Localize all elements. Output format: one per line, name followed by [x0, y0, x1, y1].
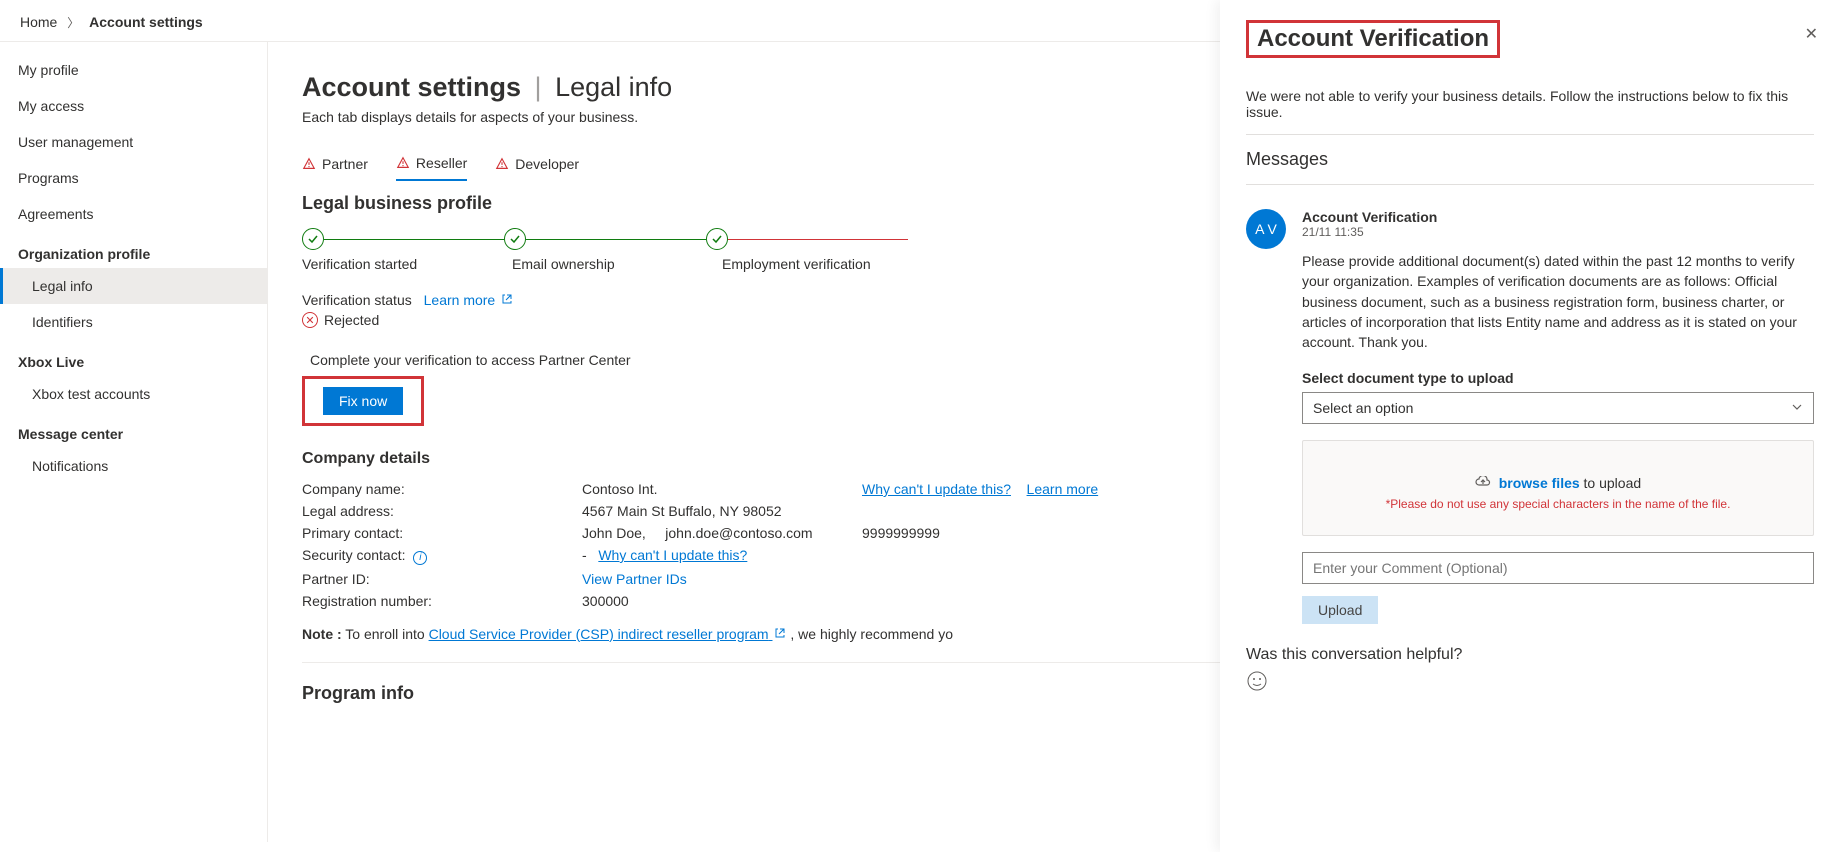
security-contact-value: - Why can't I update this?: [582, 547, 862, 565]
tab-developer[interactable]: Developer: [495, 151, 579, 181]
learn-more-link[interactable]: Learn more: [424, 292, 513, 308]
status-label: Verification status: [302, 292, 412, 308]
sidebar-item-notifications[interactable]: Notifications: [0, 448, 267, 484]
sidebar-item-user-management[interactable]: User management: [0, 124, 267, 160]
info-icon[interactable]: i: [413, 551, 427, 565]
csp-program-link[interactable]: Cloud Service Provider (CSP) indirect re…: [429, 626, 787, 642]
tab-label: Reseller: [416, 155, 467, 171]
page-title-main: Account settings: [302, 72, 521, 102]
comment-input[interactable]: [1302, 552, 1814, 584]
page-title-sub: Legal info: [555, 72, 672, 102]
sidebar-item-programs[interactable]: Programs: [0, 160, 267, 196]
sidebar-item-agreements[interactable]: Agreements: [0, 196, 267, 232]
message-from: Account Verification: [1302, 209, 1814, 225]
document-type-label: Select document type to upload: [1302, 370, 1814, 386]
why-cant-update-link[interactable]: Why can't I update this?: [862, 481, 1011, 497]
close-icon[interactable]: ✕: [1805, 24, 1818, 44]
check-icon: [706, 228, 728, 250]
browse-files-link[interactable]: browse files: [1499, 475, 1580, 491]
check-icon: [302, 228, 324, 250]
sidebar-section-xbox-live: Xbox Live: [0, 340, 267, 376]
tab-reseller[interactable]: Reseller: [396, 151, 467, 181]
file-dropzone[interactable]: browse files to upload *Please do not us…: [1302, 440, 1814, 536]
check-icon: [504, 228, 526, 250]
tab-label: Developer: [515, 156, 579, 172]
fix-now-highlight: Fix now: [302, 376, 424, 426]
x-circle-icon: ✕: [302, 312, 318, 328]
avatar: A V: [1246, 209, 1286, 249]
view-partner-ids-link[interactable]: View Partner IDs: [582, 571, 687, 587]
sidebar-item-my-profile[interactable]: My profile: [0, 52, 267, 88]
company-name-value: Contoso Int.: [582, 481, 862, 497]
message-timestamp: 21/11 11:35: [1302, 225, 1814, 239]
primary-contact-value: John Doe, john.doe@contoso.com: [582, 525, 862, 541]
tab-label: Partner: [322, 156, 368, 172]
sidebar-section-organization-profile: Organization profile: [0, 232, 267, 268]
fix-now-button[interactable]: Fix now: [323, 387, 403, 415]
upload-button[interactable]: Upload: [1302, 596, 1378, 624]
message-body: Please provide additional document(s) da…: [1302, 251, 1814, 352]
message: A V Account Verification 21/11 11:35 Ple…: [1246, 199, 1814, 624]
chevron-down-icon: [1791, 400, 1803, 416]
primary-contact-label: Primary contact:: [302, 525, 582, 541]
tab-partner[interactable]: Partner: [302, 151, 368, 181]
messages-heading: Messages: [1246, 149, 1814, 170]
select-placeholder: Select an option: [1313, 400, 1413, 416]
registration-number-value: 300000: [582, 593, 862, 609]
warning-icon: [302, 157, 316, 171]
document-type-select[interactable]: Select an option: [1302, 392, 1814, 424]
external-link-icon: [501, 293, 513, 305]
why-cant-update-link[interactable]: Why can't I update this?: [598, 547, 747, 563]
company-name-label: Company name:: [302, 481, 582, 497]
sidebar-item-my-access[interactable]: My access: [0, 88, 267, 124]
legal-address-value: 4567 Main St Buffalo, NY 98052: [582, 503, 862, 519]
sidebar: My profile My access User management Pro…: [0, 42, 268, 842]
partner-id-label: Partner ID:: [302, 571, 582, 587]
learn-more-link[interactable]: Learn more: [1027, 481, 1099, 497]
file-name-warning: *Please do not use any special character…: [1313, 497, 1803, 511]
breadcrumb-home[interactable]: Home: [20, 14, 57, 30]
step-label: Email ownership: [512, 256, 722, 272]
account-verification-panel: Account Verification ✕ We were not able …: [1220, 0, 1840, 852]
cloud-upload-icon: [1475, 475, 1491, 491]
rejected-label: Rejected: [324, 312, 379, 328]
panel-intro-text: We were not able to verify your business…: [1246, 88, 1814, 120]
sidebar-item-legal-info[interactable]: Legal info: [0, 268, 267, 304]
step-label: Verification started: [302, 256, 512, 272]
helpful-question: Was this conversation helpful?: [1246, 646, 1814, 664]
divider: [1246, 134, 1814, 135]
sidebar-item-xbox-test-accounts[interactable]: Xbox test accounts: [0, 376, 267, 412]
sidebar-item-identifiers[interactable]: Identifiers: [0, 304, 267, 340]
divider: [1246, 184, 1814, 185]
primary-contact-phone: 9999999999: [862, 525, 940, 541]
sidebar-section-message-center: Message center: [0, 412, 267, 448]
smile-icon[interactable]: [1246, 670, 1814, 695]
title-divider: |: [535, 72, 542, 102]
breadcrumb-current: Account settings: [89, 14, 203, 30]
external-link-icon: [774, 627, 786, 639]
panel-title-highlight: Account Verification: [1246, 20, 1500, 58]
warning-icon: [396, 156, 410, 170]
upload-tail-text: to upload: [1580, 475, 1642, 491]
panel-title: Account Verification: [1257, 25, 1489, 53]
security-contact-label: Security contact: i: [302, 547, 582, 565]
legal-address-label: Legal address:: [302, 503, 582, 519]
step-label: Employment verification: [722, 256, 932, 272]
warning-icon: [495, 157, 509, 171]
registration-number-label: Registration number:: [302, 593, 582, 609]
chevron-right-icon: 〉: [67, 16, 79, 30]
